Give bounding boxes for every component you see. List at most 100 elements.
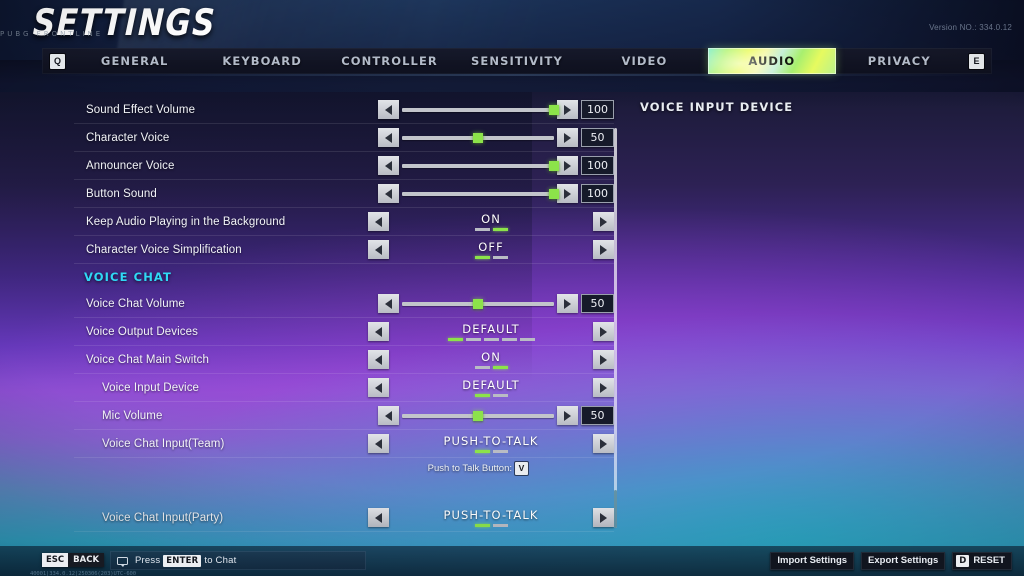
next-tab-key-badge[interactable]: E — [969, 53, 984, 69]
decrease-arrow-icon[interactable] — [368, 350, 389, 369]
slider[interactable] — [402, 406, 554, 425]
setting-control: PUSH-TO-TALK — [368, 430, 614, 458]
decrease-arrow-icon[interactable] — [378, 294, 399, 313]
slider[interactable] — [402, 128, 554, 147]
version-label: Version NO.: 334.0.12 — [929, 23, 1012, 32]
tab-privacy[interactable]: PRIVACY — [836, 48, 963, 74]
option-segment — [474, 393, 490, 397]
slider-knob[interactable] — [473, 299, 483, 309]
decrease-arrow-icon[interactable] — [378, 100, 399, 119]
slider-knob[interactable] — [549, 105, 559, 115]
increase-arrow-icon[interactable] — [593, 322, 614, 341]
option-value: DEFAULT — [462, 321, 520, 336]
increase-arrow-icon[interactable] — [593, 350, 614, 369]
slider-knob[interactable] — [473, 411, 483, 421]
setting-label: Voice Chat Volume — [86, 297, 185, 310]
chat-enter-key-badge: ENTER — [163, 554, 202, 567]
value-box[interactable]: 50 — [581, 294, 614, 313]
setting-row-voice-chat-input-team: Voice Chat Input(Team) PUSH-TO-TALK — [74, 430, 614, 458]
option-segment — [501, 337, 517, 341]
decrease-arrow-icon[interactable] — [368, 322, 389, 341]
decrease-arrow-icon[interactable] — [368, 240, 389, 259]
increase-arrow-icon[interactable] — [593, 240, 614, 259]
slider[interactable] — [402, 156, 559, 175]
increase-arrow-icon[interactable] — [557, 100, 578, 119]
tab-label: AUDIO — [748, 54, 796, 68]
option-segment — [492, 449, 508, 453]
decrease-arrow-icon[interactable] — [378, 406, 399, 425]
setting-control: DEFAULT — [368, 318, 614, 346]
setting-label: Voice Chat Input(Team) — [102, 437, 225, 450]
tab-video[interactable]: VIDEO — [581, 48, 708, 74]
option-segment — [474, 523, 490, 527]
increase-arrow-icon[interactable] — [593, 378, 614, 397]
value-box[interactable]: 100 — [581, 184, 614, 203]
push-to-talk-key-badge[interactable]: V — [515, 461, 528, 475]
increase-arrow-icon[interactable] — [557, 128, 578, 147]
decrease-arrow-icon[interactable] — [378, 128, 399, 147]
increase-arrow-icon[interactable] — [593, 212, 614, 231]
setting-label: Character Voice — [86, 131, 170, 144]
setting-control: 50 — [378, 402, 614, 430]
setting-row-character-voice-simplification: Character Voice Simplification OFF — [74, 236, 614, 264]
increase-arrow-icon[interactable] — [593, 434, 614, 453]
slider[interactable] — [402, 294, 554, 313]
export-settings-button[interactable]: Export Settings — [861, 552, 946, 570]
option-value: DEFAULT — [462, 377, 520, 392]
value-box[interactable]: 100 — [581, 100, 614, 119]
back-key-badge: ESC — [42, 553, 69, 567]
slider-knob[interactable] — [549, 189, 559, 199]
page-title: SETTINGS — [32, 2, 217, 45]
option-value: ON — [481, 211, 501, 226]
value-box[interactable]: 100 — [581, 156, 614, 175]
bottom-bar: ESC BACK 40001|334.0.12|250306(203)UTC-6… — [0, 546, 1024, 576]
setting-control: OFF — [368, 236, 614, 264]
prev-tab-key-badge[interactable]: Q — [50, 53, 65, 69]
import-settings-button[interactable]: Import Settings — [770, 552, 855, 570]
bottom-actions: Import Settings Export Settings D RESET — [770, 552, 1012, 570]
tab-general[interactable]: GENERAL — [71, 48, 198, 74]
right-panel: VOICE INPUT DEVICE — [640, 100, 980, 114]
setting-control: 100 — [378, 96, 614, 124]
tab-controller[interactable]: CONTROLLER — [326, 48, 453, 74]
scrollbar-thumb[interactable] — [614, 490, 617, 528]
reset-button[interactable]: D RESET — [952, 552, 1012, 570]
option-segment — [519, 337, 535, 341]
settings-screen: SETTINGS PUBG FRONTLINE Version NO.: 334… — [0, 0, 1024, 576]
option-segment-indicator — [474, 365, 508, 369]
chat-hint: Press ENTER to Chat — [135, 554, 236, 567]
setting-row-sound-effect-volume: Sound Effect Volume 100 — [74, 96, 614, 124]
settings-scrollbar[interactable] — [614, 128, 617, 528]
decrease-arrow-icon[interactable] — [368, 212, 389, 231]
tab-sensitivity[interactable]: SENSITIVITY — [453, 48, 580, 74]
option-segment — [474, 227, 490, 231]
slider-knob[interactable] — [473, 133, 483, 143]
increase-arrow-icon[interactable] — [557, 294, 578, 313]
decrease-arrow-icon[interactable] — [378, 156, 399, 175]
value-box[interactable]: 50 — [581, 406, 614, 425]
setting-row-voice-chat-main-switch: Voice Chat Main Switch ON — [74, 346, 614, 374]
option-value-group: DEFAULT — [392, 378, 590, 397]
decrease-arrow-icon[interactable] — [368, 434, 389, 453]
chat-bubble-icon — [117, 556, 128, 567]
decrease-arrow-icon[interactable] — [368, 378, 389, 397]
increase-arrow-icon[interactable] — [593, 508, 614, 527]
value-box[interactable]: 50 — [581, 128, 614, 147]
tab-audio[interactable]: AUDIO — [708, 48, 836, 74]
decrease-arrow-icon[interactable] — [378, 184, 399, 203]
setting-control: PUSH-TO-TALK — [368, 504, 614, 532]
back-button[interactable]: ESC BACK — [42, 553, 105, 567]
slider[interactable] — [402, 184, 559, 203]
increase-arrow-icon[interactable] — [557, 406, 578, 425]
increase-arrow-icon[interactable] — [557, 184, 578, 203]
setting-label: Keep Audio Playing in the Background — [86, 215, 286, 228]
decrease-arrow-icon[interactable] — [368, 508, 389, 527]
slider[interactable] — [402, 100, 559, 119]
setting-row-voice-output-devices: Voice Output Devices DEFAULT — [74, 318, 614, 346]
setting-label: Voice Input Device — [102, 381, 200, 394]
slider-knob[interactable] — [549, 161, 559, 171]
chat-bar[interactable]: Press ENTER to Chat — [110, 551, 366, 570]
tab-keyboard[interactable]: KEYBOARD — [198, 48, 325, 74]
setting-label: Sound Effect Volume — [86, 103, 196, 116]
increase-arrow-icon[interactable] — [557, 156, 578, 175]
